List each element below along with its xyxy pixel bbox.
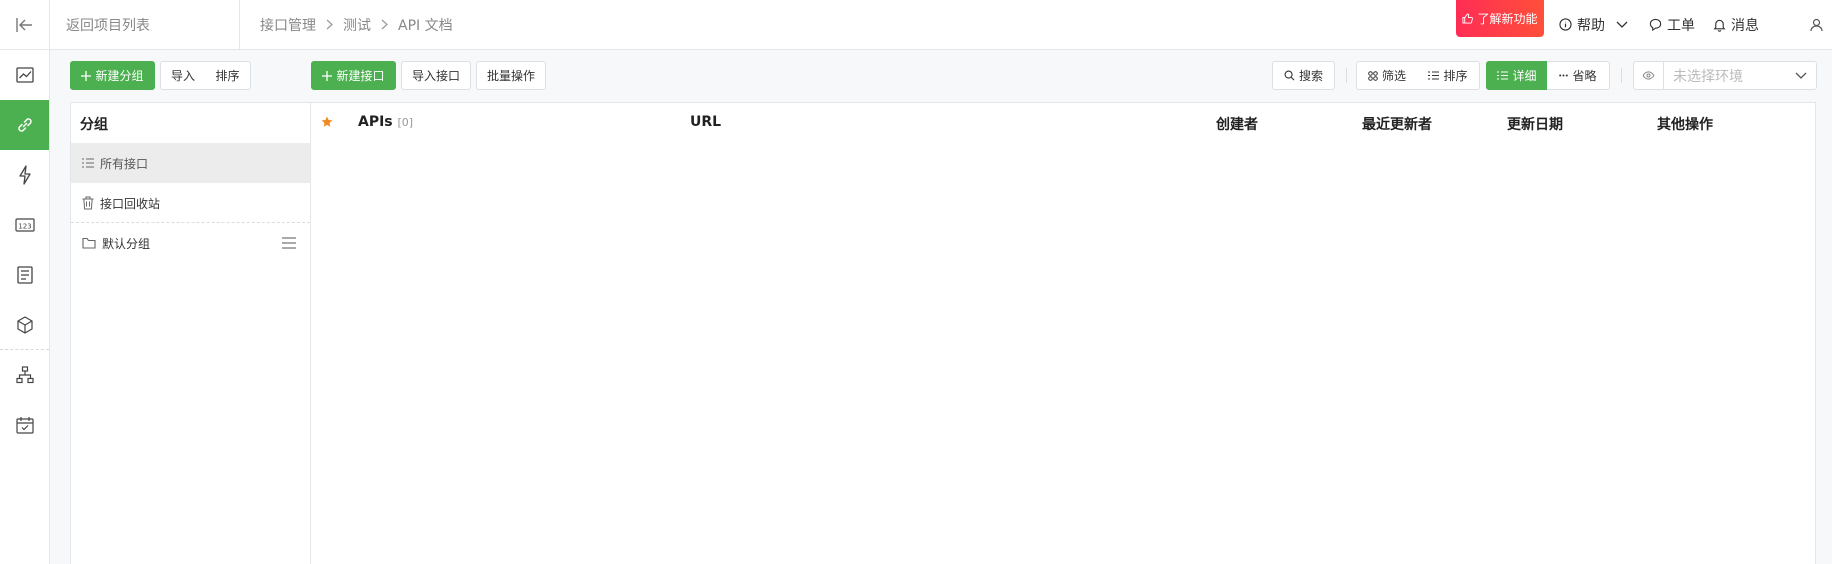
chevron-right-icon xyxy=(326,19,333,30)
collapse-back-button[interactable] xyxy=(0,0,50,49)
arrow-left-bar-icon xyxy=(15,17,34,32)
column-header-actions: 其他操作 xyxy=(1657,117,1713,133)
list-icon xyxy=(1497,71,1509,80)
breadcrumb-item-api-management[interactable]: 接口管理 xyxy=(260,15,316,35)
group-item-label: 默认分组 xyxy=(102,236,151,251)
ticket-link[interactable]: 工单 xyxy=(1649,0,1695,49)
messages-label: 消息 xyxy=(1731,17,1759,34)
cube-icon xyxy=(16,316,34,334)
breadcrumb-item-test[interactable]: 测试 xyxy=(343,15,371,35)
import-api-button[interactable]: 导入接口 xyxy=(401,61,471,90)
filter-button[interactable]: 筛选 xyxy=(1356,61,1418,90)
nav-item-structure[interactable] xyxy=(0,350,49,400)
sitemap-icon xyxy=(15,366,34,384)
import-button[interactable]: 导入 xyxy=(160,61,206,90)
search-button[interactable]: 搜索 xyxy=(1272,61,1335,90)
trash-icon xyxy=(82,196,94,210)
column-header-creator: 创建者 xyxy=(1216,117,1258,133)
nav-item-dashboard[interactable] xyxy=(0,50,49,100)
help-menu[interactable]: 帮助 xyxy=(1559,0,1628,49)
left-nav: 123 xyxy=(0,50,50,564)
nav-item-variables[interactable]: 123 xyxy=(0,200,49,250)
number-icon: 123 xyxy=(14,218,35,232)
new-group-button[interactable]: 新建分组 xyxy=(70,61,155,90)
chart-icon xyxy=(15,67,34,83)
link-icon xyxy=(16,116,34,134)
api-count: [0] xyxy=(397,116,414,129)
calendar-icon xyxy=(15,416,34,434)
top-bar: 返回项目列表 接口管理 测试 API 文档 了解新功能 帮助 工单 消息 xyxy=(0,0,1832,50)
chat-bubble-icon xyxy=(1649,18,1662,31)
detail-view-label: 详细 xyxy=(1512,69,1537,83)
ticket-label: 工单 xyxy=(1667,17,1695,34)
group-item-default[interactable]: 默认分组 xyxy=(71,223,310,263)
sort-apis-label: 排序 xyxy=(1443,69,1468,83)
new-api-label: 新建接口 xyxy=(336,69,385,83)
brief-view-label: 省略 xyxy=(1572,69,1597,83)
filter-label: 筛选 xyxy=(1381,69,1406,83)
api-list-panel: APIs [0] URL 创建者 最近更新者 更新日期 其他操作 xyxy=(310,102,1816,564)
toolbar-divider xyxy=(1346,68,1347,83)
detail-view-button[interactable]: 详细 xyxy=(1486,61,1548,90)
search-icon xyxy=(1284,70,1295,81)
document-icon xyxy=(16,266,33,284)
back-to-projects-link[interactable]: 返回项目列表 xyxy=(50,0,240,49)
group-panel: 分组 所有接口 接口回收站 默认分组 xyxy=(70,102,311,564)
thumbs-up-icon xyxy=(1462,13,1474,24)
list-icon xyxy=(82,158,94,168)
chevron-down-icon xyxy=(1786,72,1816,80)
environment-placeholder: 未选择环境 xyxy=(1673,68,1743,85)
svg-text:123: 123 xyxy=(18,223,31,231)
environment-select[interactable]: 未选择环境 xyxy=(1633,61,1817,90)
menu-icon[interactable] xyxy=(282,237,296,249)
group-panel-title: 分组 xyxy=(80,117,108,133)
plus-icon xyxy=(322,70,333,81)
breadcrumb: 接口管理 测试 API 文档 xyxy=(260,0,453,49)
nav-item-apis[interactable] xyxy=(0,100,49,150)
group-item-all-apis[interactable]: 所有接口 xyxy=(71,143,310,183)
help-label: 帮助 xyxy=(1577,17,1605,34)
group-item-label: 接口回收站 xyxy=(100,196,161,211)
nav-item-schedule[interactable] xyxy=(0,400,49,450)
info-icon xyxy=(1559,18,1572,31)
column-header-update-date: 更新日期 xyxy=(1507,117,1563,133)
eye-icon[interactable] xyxy=(1634,62,1664,89)
sort-groups-button[interactable]: 排序 xyxy=(205,61,251,90)
brief-view-button[interactable]: 省略 xyxy=(1547,61,1610,90)
column-header-updater: 最近更新者 xyxy=(1362,117,1432,133)
new-group-label: 新建分组 xyxy=(95,69,144,83)
new-api-button[interactable]: 新建接口 xyxy=(311,61,396,90)
folder-icon xyxy=(82,237,96,249)
filter-grid-icon xyxy=(1368,70,1378,81)
toolbar-divider xyxy=(1621,68,1622,83)
sort-apis-button[interactable]: 排序 xyxy=(1417,61,1480,90)
plus-icon xyxy=(81,70,92,81)
group-item-recycle-bin[interactable]: 接口回收站 xyxy=(71,183,310,223)
nav-item-models[interactable] xyxy=(0,300,49,350)
ellipsis-icon xyxy=(1559,74,1569,77)
whats-new-button[interactable]: 了解新功能 xyxy=(1456,0,1544,37)
list-icon xyxy=(1428,71,1440,80)
search-label: 搜索 xyxy=(1298,69,1323,83)
user-icon xyxy=(1809,18,1823,32)
bolt-icon xyxy=(18,165,32,185)
column-header-apis: APIs [0] xyxy=(358,114,413,130)
apis-label: APIs xyxy=(358,114,393,130)
group-item-label: 所有接口 xyxy=(100,156,149,171)
breadcrumb-item-api-docs: API 文档 xyxy=(398,17,453,34)
chevron-down-icon xyxy=(1616,21,1628,29)
star-icon[interactable] xyxy=(321,116,333,128)
nav-item-docs[interactable] xyxy=(0,250,49,300)
whats-new-label: 了解新功能 xyxy=(1477,12,1538,26)
user-profile-button[interactable] xyxy=(1800,0,1832,49)
chevron-right-icon xyxy=(381,19,388,30)
nav-item-automation[interactable] xyxy=(0,150,49,200)
column-header-url: URL xyxy=(690,114,722,130)
messages-link[interactable]: 消息 xyxy=(1713,0,1759,49)
bell-icon xyxy=(1713,18,1726,32)
batch-operations-button[interactable]: 批量操作 xyxy=(476,61,546,90)
